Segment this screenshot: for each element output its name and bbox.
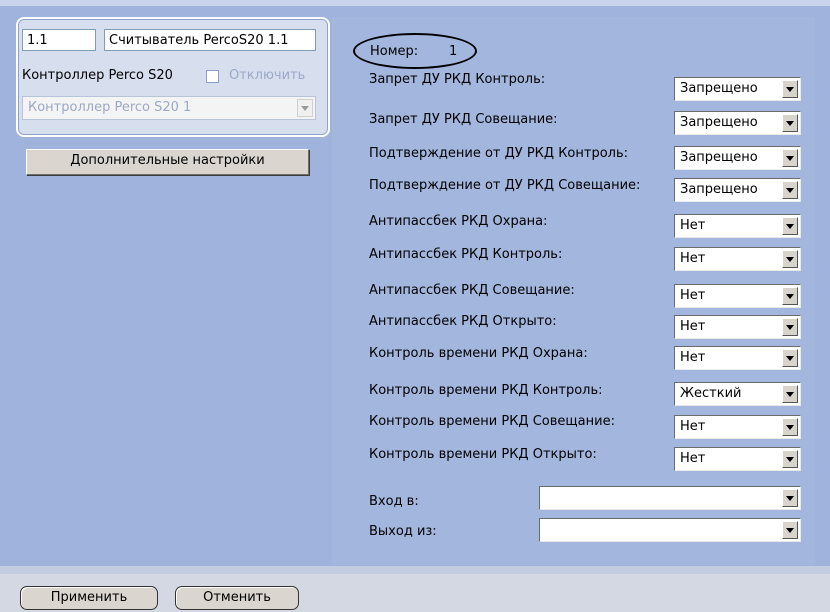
disable-checkbox[interactable] — [206, 70, 219, 83]
chevron-down-icon — [782, 287, 798, 305]
entry-label: Вход в: — [369, 494, 419, 509]
setting-label: Контроль времени РКД Охрана: — [369, 346, 588, 361]
controller-select-value: Контроллер Perco S20 1 — [28, 100, 192, 115]
controller-label: Контроллер Perco S20 — [22, 68, 173, 83]
setting-select-value: Нет — [680, 288, 706, 303]
setting-select[interactable]: Нет — [674, 214, 801, 238]
setting-select-value: Жесткий — [680, 386, 742, 401]
setting-select-value: Нет — [680, 451, 706, 466]
setting-select-value: Запрещено — [680, 150, 758, 165]
setting-select-value: Нет — [680, 350, 706, 365]
setting-label: Контроль времени РКД Контроль: — [369, 383, 603, 398]
chevron-down-icon — [782, 114, 798, 132]
cancel-button[interactable]: Отменить — [175, 586, 299, 610]
reader-number-field[interactable]: 1.1 — [22, 29, 96, 51]
apply-button[interactable]: Применить — [20, 586, 158, 610]
setting-select[interactable]: Нет — [674, 284, 801, 308]
advanced-settings-button[interactable]: Дополнительные настройки — [26, 149, 309, 175]
highlight-oval — [353, 33, 477, 69]
setting-select[interactable]: Запрещено — [674, 111, 801, 135]
chevron-down-icon — [782, 149, 798, 167]
chevron-down-icon — [782, 418, 798, 436]
chevron-down-icon — [782, 181, 798, 199]
chevron-down-icon — [782, 450, 798, 468]
setting-select-value: Запрещено — [680, 81, 758, 96]
setting-label: Антипассбек РКД Открыто: — [369, 314, 557, 329]
exit-label: Выход из: — [369, 524, 437, 539]
setting-label: Контроль времени РКД Совещание: — [369, 414, 615, 429]
setting-select[interactable]: Запрещено — [674, 77, 801, 101]
chevron-down-icon — [297, 99, 313, 117]
reader-name-field[interactable]: Считыватель PercoS20 1.1 — [104, 29, 316, 51]
setting-select-value: Запрещено — [680, 182, 758, 197]
chevron-down-icon — [782, 318, 798, 336]
setting-select[interactable]: Жесткий — [674, 382, 801, 406]
setting-select-value: Нет — [680, 218, 706, 233]
chevron-down-icon — [782, 385, 798, 403]
setting-label: Запрет ДУ РКД Контроль: — [369, 72, 546, 87]
chevron-down-icon — [782, 217, 798, 235]
setting-label: Запрет ДУ РКД Совещание: — [369, 112, 558, 127]
setting-label: Антипассбек РКД Охрана: — [369, 214, 548, 229]
entry-select[interactable] — [539, 486, 801, 510]
chevron-down-icon — [782, 250, 798, 268]
chevron-down-icon — [782, 80, 798, 98]
setting-label: Контроль времени РКД Открыто: — [369, 447, 597, 462]
setting-select[interactable]: Нет — [674, 415, 801, 439]
setting-label: Антипассбек РКД Контроль: — [369, 247, 563, 262]
setting-label: Подтверждение от ДУ РКД Совещание: — [369, 178, 641, 193]
setting-select-value: Нет — [680, 251, 706, 266]
setting-select-value: Нет — [680, 319, 706, 334]
setting-select[interactable]: Нет — [674, 247, 801, 271]
setting-select[interactable]: Запрещено — [674, 178, 801, 202]
exit-select[interactable] — [539, 518, 801, 542]
setting-select[interactable]: Нет — [674, 346, 801, 370]
setting-select[interactable]: Нет — [674, 447, 801, 471]
controller-select[interactable]: Контроллер Perco S20 1 — [22, 96, 316, 120]
setting-select[interactable]: Нет — [674, 315, 801, 339]
chevron-down-icon — [782, 349, 798, 367]
setting-select[interactable]: Запрещено — [674, 146, 801, 170]
setting-label: Антипассбек РКД Совещание: — [369, 283, 575, 298]
setting-select-value: Нет — [680, 419, 706, 434]
top-strip — [0, 0, 830, 6]
disable-label: Отключить — [229, 68, 306, 83]
chevron-down-icon — [782, 521, 798, 539]
chevron-down-icon — [782, 489, 798, 507]
setting-label: Подтверждение от ДУ РКД Контроль: — [369, 146, 629, 161]
setting-select-value: Запрещено — [680, 115, 758, 130]
